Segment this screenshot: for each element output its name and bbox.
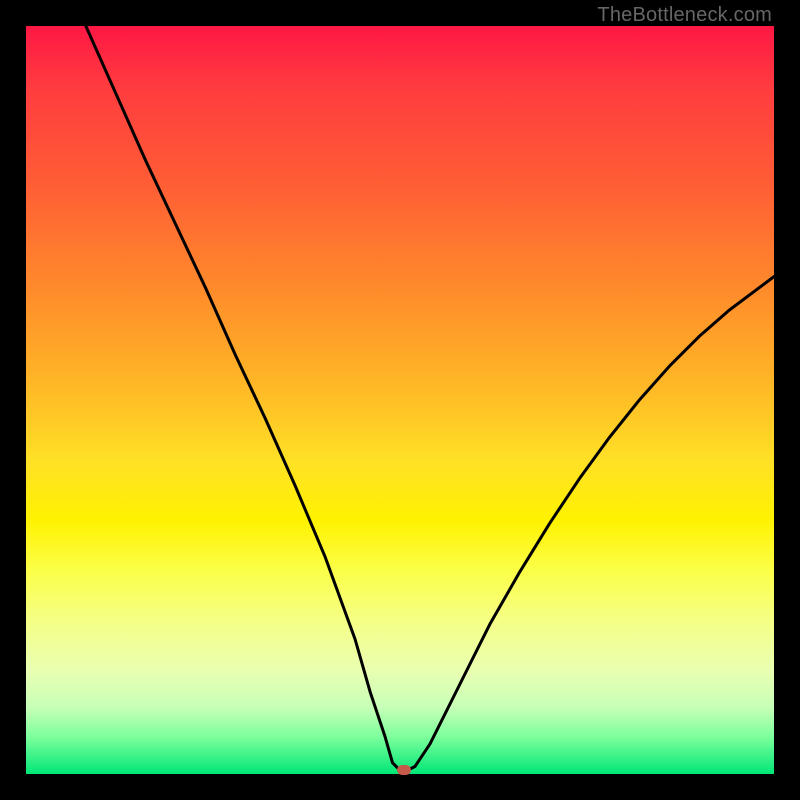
bottleneck-curve bbox=[26, 26, 774, 774]
minimum-marker bbox=[397, 765, 411, 775]
plot-area bbox=[26, 26, 774, 774]
watermark-text: TheBottleneck.com bbox=[597, 4, 772, 27]
chart-container: TheBottleneck.com bbox=[0, 0, 800, 800]
